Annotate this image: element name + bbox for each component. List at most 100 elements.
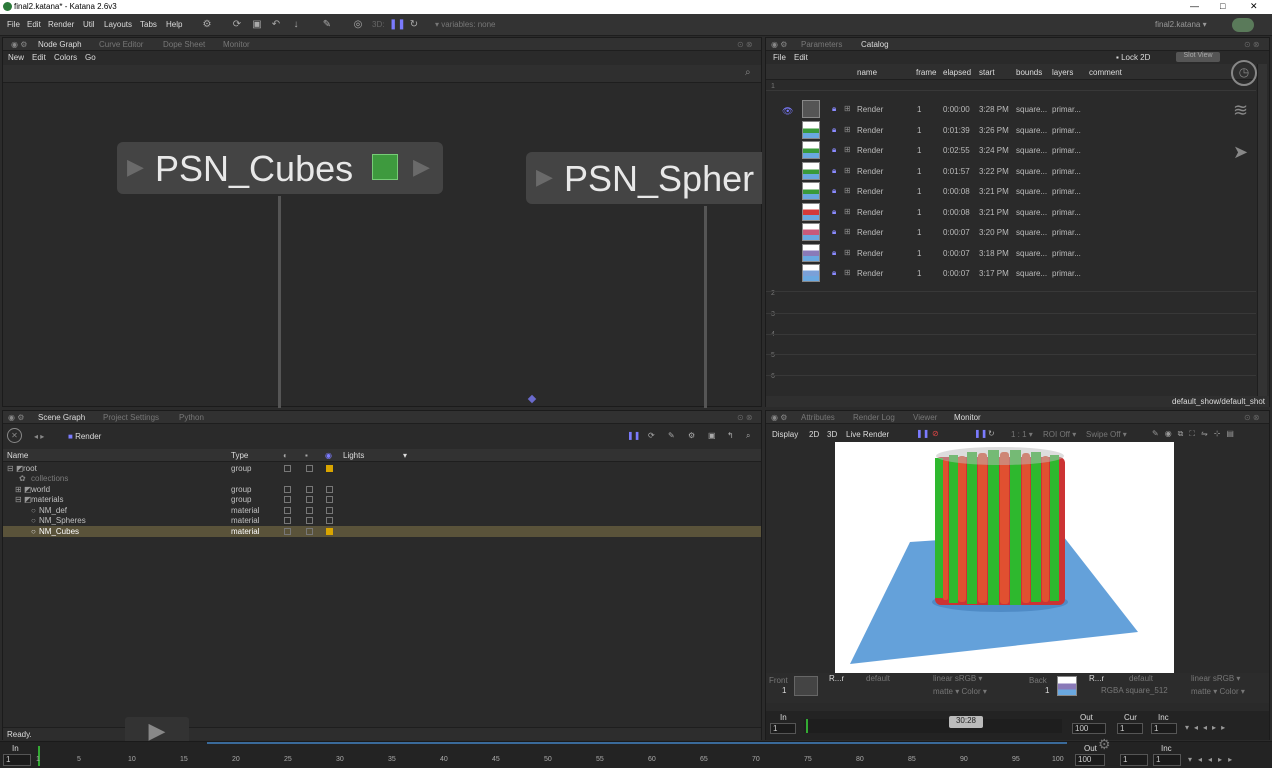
settings-gear-icon[interactable]: ⚙ — [1098, 736, 1111, 753]
visibility-checkbox[interactable] — [284, 486, 291, 493]
global-transport-controls[interactable]: ▾◂◂▸▸ — [1188, 755, 1238, 764]
render-icon[interactable]: ⚙ — [201, 19, 213, 31]
visibility-checkbox[interactable] — [284, 465, 291, 472]
pen-icon[interactable]: ✎ — [668, 431, 675, 440]
node-psn-spheres[interactable]: ▶ PSN_Spher — [526, 152, 762, 204]
pane-close-icon[interactable]: ⊙ ⊗ — [1244, 413, 1260, 422]
col-bounds[interactable]: bounds — [1016, 68, 1042, 77]
ng-menu-edit[interactable]: Edit — [32, 53, 46, 62]
refresh-icon[interactable]: ⟳ — [648, 431, 655, 440]
tree-row[interactable]: ✿ collections — [3, 473, 761, 484]
heart-icon[interactable] — [1232, 18, 1254, 32]
tree-row[interactable]: ⊞ ◩ world group — [3, 484, 761, 495]
refresh-icon[interactable]: ⟳ — [231, 19, 243, 31]
catalog-row[interactable]: 🔒︎ ⊞ Render 1 0:00:07 3:17 PM square... … — [766, 263, 1256, 283]
render-column-icon[interactable]: ▪ — [305, 451, 308, 460]
roi-dropdown[interactable]: ROI Off ▾ — [1043, 430, 1076, 439]
tab-viewer[interactable]: Viewer — [913, 413, 937, 422]
node-input-arrow[interactable]: ▶ — [536, 164, 553, 190]
cat-menu-edit[interactable]: Edit — [794, 53, 808, 62]
3d-toggle[interactable]: 3D — [827, 430, 837, 439]
node-psn-cubes[interactable]: ▶ PSN_Cubes ▶ — [117, 142, 443, 194]
light-checkbox[interactable] — [326, 486, 333, 493]
menu-file[interactable]: File — [7, 20, 20, 29]
visibility-checkbox[interactable] — [284, 528, 291, 535]
col-layers[interactable]: layers — [1052, 68, 1073, 77]
catalog-row[interactable]: 🔒︎ ⊞ Render 1 0:01:57 3:22 PM square... … — [766, 161, 1256, 181]
node-view-flag[interactable] — [372, 154, 398, 180]
menu-util[interactable]: Util — [83, 20, 95, 29]
slot-view-button[interactable]: Slot View — [1176, 52, 1220, 62]
target-icon[interactable]: ◎ — [352, 19, 364, 31]
global-in-field[interactable]: 1 — [3, 754, 31, 766]
render-checkbox[interactable] — [306, 496, 313, 503]
brush-icon[interactable]: ✎ — [321, 19, 333, 31]
tab-monitor[interactable]: Monitor — [223, 40, 250, 49]
lock-icon[interactable]: 🔒︎ — [832, 248, 836, 258]
render-thumbnail[interactable] — [802, 223, 820, 241]
lock-icon[interactable]: 🔒︎ — [832, 166, 836, 176]
lock-icon[interactable]: ▣ — [251, 19, 263, 31]
lock-icon[interactable]: 🔒︎ — [832, 145, 836, 155]
down-icon[interactable]: ↓ — [290, 19, 302, 31]
visibility-checkbox[interactable] — [284, 507, 291, 514]
render-thumbnail[interactable] — [802, 182, 820, 200]
in-field[interactable]: 1 — [770, 723, 796, 734]
tab-render-log[interactable]: Render Log — [853, 413, 895, 422]
front-linear-dropdown[interactable]: linear sRGB ▾ — [933, 674, 982, 683]
pause-icon[interactable]: ❚❚ — [916, 429, 929, 438]
render-thumbnail[interactable] — [802, 141, 820, 159]
variables-dropdown[interactable]: ▾ variables: none — [435, 20, 496, 29]
render-image[interactable] — [835, 442, 1174, 673]
playhead[interactable] — [806, 719, 808, 733]
view-tools-icon[interactable]: ✎◉⧉⛶⇋⊹▤ — [1152, 429, 1240, 439]
lock-2d-toggle[interactable]: ▪ Lock 2D — [1116, 53, 1150, 62]
lights-column-icon[interactable]: ◉ — [325, 451, 332, 460]
pane-close-icon[interactable]: ⊙ ⊗ — [737, 40, 753, 49]
eye-column-icon[interactable]: ◐ — [283, 451, 288, 460]
col-type[interactable]: Type — [231, 451, 248, 460]
lights-dropdown[interactable]: Lights ▾ — [343, 451, 407, 460]
tree-row[interactable]: ⊟ ◩ materials group — [3, 494, 761, 505]
pane-options-icon[interactable]: ◉ ⚙ — [771, 40, 787, 49]
layers-icon[interactable]: ≋ — [1233, 100, 1248, 121]
render-thumbnail[interactable] — [802, 100, 820, 118]
ng-menu-go[interactable]: Go — [85, 53, 96, 62]
light-checkbox[interactable] — [326, 496, 333, 503]
tree-row[interactable]: ○ NM_def material — [3, 505, 761, 516]
pane-close-icon[interactable]: ⊙ ⊗ — [1244, 40, 1260, 49]
render-checkbox[interactable] — [306, 486, 313, 493]
catalog-row[interactable]: 🔒︎ ⊞ Render 1 0:00:08 3:21 PM square... … — [766, 202, 1256, 222]
pane-close-icon[interactable]: ⊙ ⊗ — [737, 413, 753, 422]
global-inc-field[interactable]: 1 — [1153, 754, 1181, 766]
search-icon[interactable]: ⌕ — [746, 431, 750, 441]
front-matte-dropdown[interactable]: matte ▾ Color ▾ — [933, 687, 987, 696]
ng-menu-new[interactable]: New — [8, 53, 24, 62]
visibility-checkbox[interactable] — [284, 496, 291, 503]
refresh-icon[interactable]: ↻ — [988, 429, 995, 438]
expand-icon[interactable]: ↰ — [727, 431, 734, 440]
render-thumbnail[interactable] — [802, 203, 820, 221]
expand-toggle[interactable]: ⊟ — [15, 495, 22, 504]
transport-controls[interactable]: ▾◂◂▸▸ — [1185, 723, 1230, 732]
render-thumbnail[interactable] — [802, 264, 820, 282]
lock-icon[interactable]: 🔒︎ — [832, 186, 836, 196]
back-thumbnail[interactable] — [1057, 676, 1077, 696]
catalog-row[interactable]: 🔒︎ ⊞ Render 1 0:02:55 3:24 PM square... … — [766, 140, 1256, 160]
pane-options-icon[interactable]: ◉ ⚙ — [8, 413, 24, 422]
tab-monitor[interactable]: Monitor — [954, 413, 981, 422]
display-menu[interactable]: Display — [772, 430, 798, 439]
tab-curve-editor[interactable]: Curve Editor — [99, 40, 143, 49]
project-dropdown[interactable]: final2.katana ▾ — [1155, 20, 1207, 29]
catalog-row[interactable]: 🔒︎ ⊞ Render 1 0:00:07 3:18 PM square... … — [766, 243, 1256, 263]
menu-layouts[interactable]: Layouts — [104, 20, 132, 29]
visibility-checkbox[interactable] — [284, 517, 291, 524]
lock-icon[interactable]: 🔒︎ — [832, 125, 836, 135]
col-start[interactable]: start — [979, 68, 995, 77]
col-name[interactable]: Name — [7, 451, 28, 460]
ng-menu-colors[interactable]: Colors — [54, 53, 77, 62]
pause-icon[interactable]: ❚❚ — [627, 431, 640, 440]
global-out-field[interactable]: 100 — [1075, 754, 1105, 766]
pane-options-icon[interactable]: ◉ ⚙ — [771, 413, 787, 422]
live-render-button[interactable]: Live Render — [846, 430, 889, 439]
